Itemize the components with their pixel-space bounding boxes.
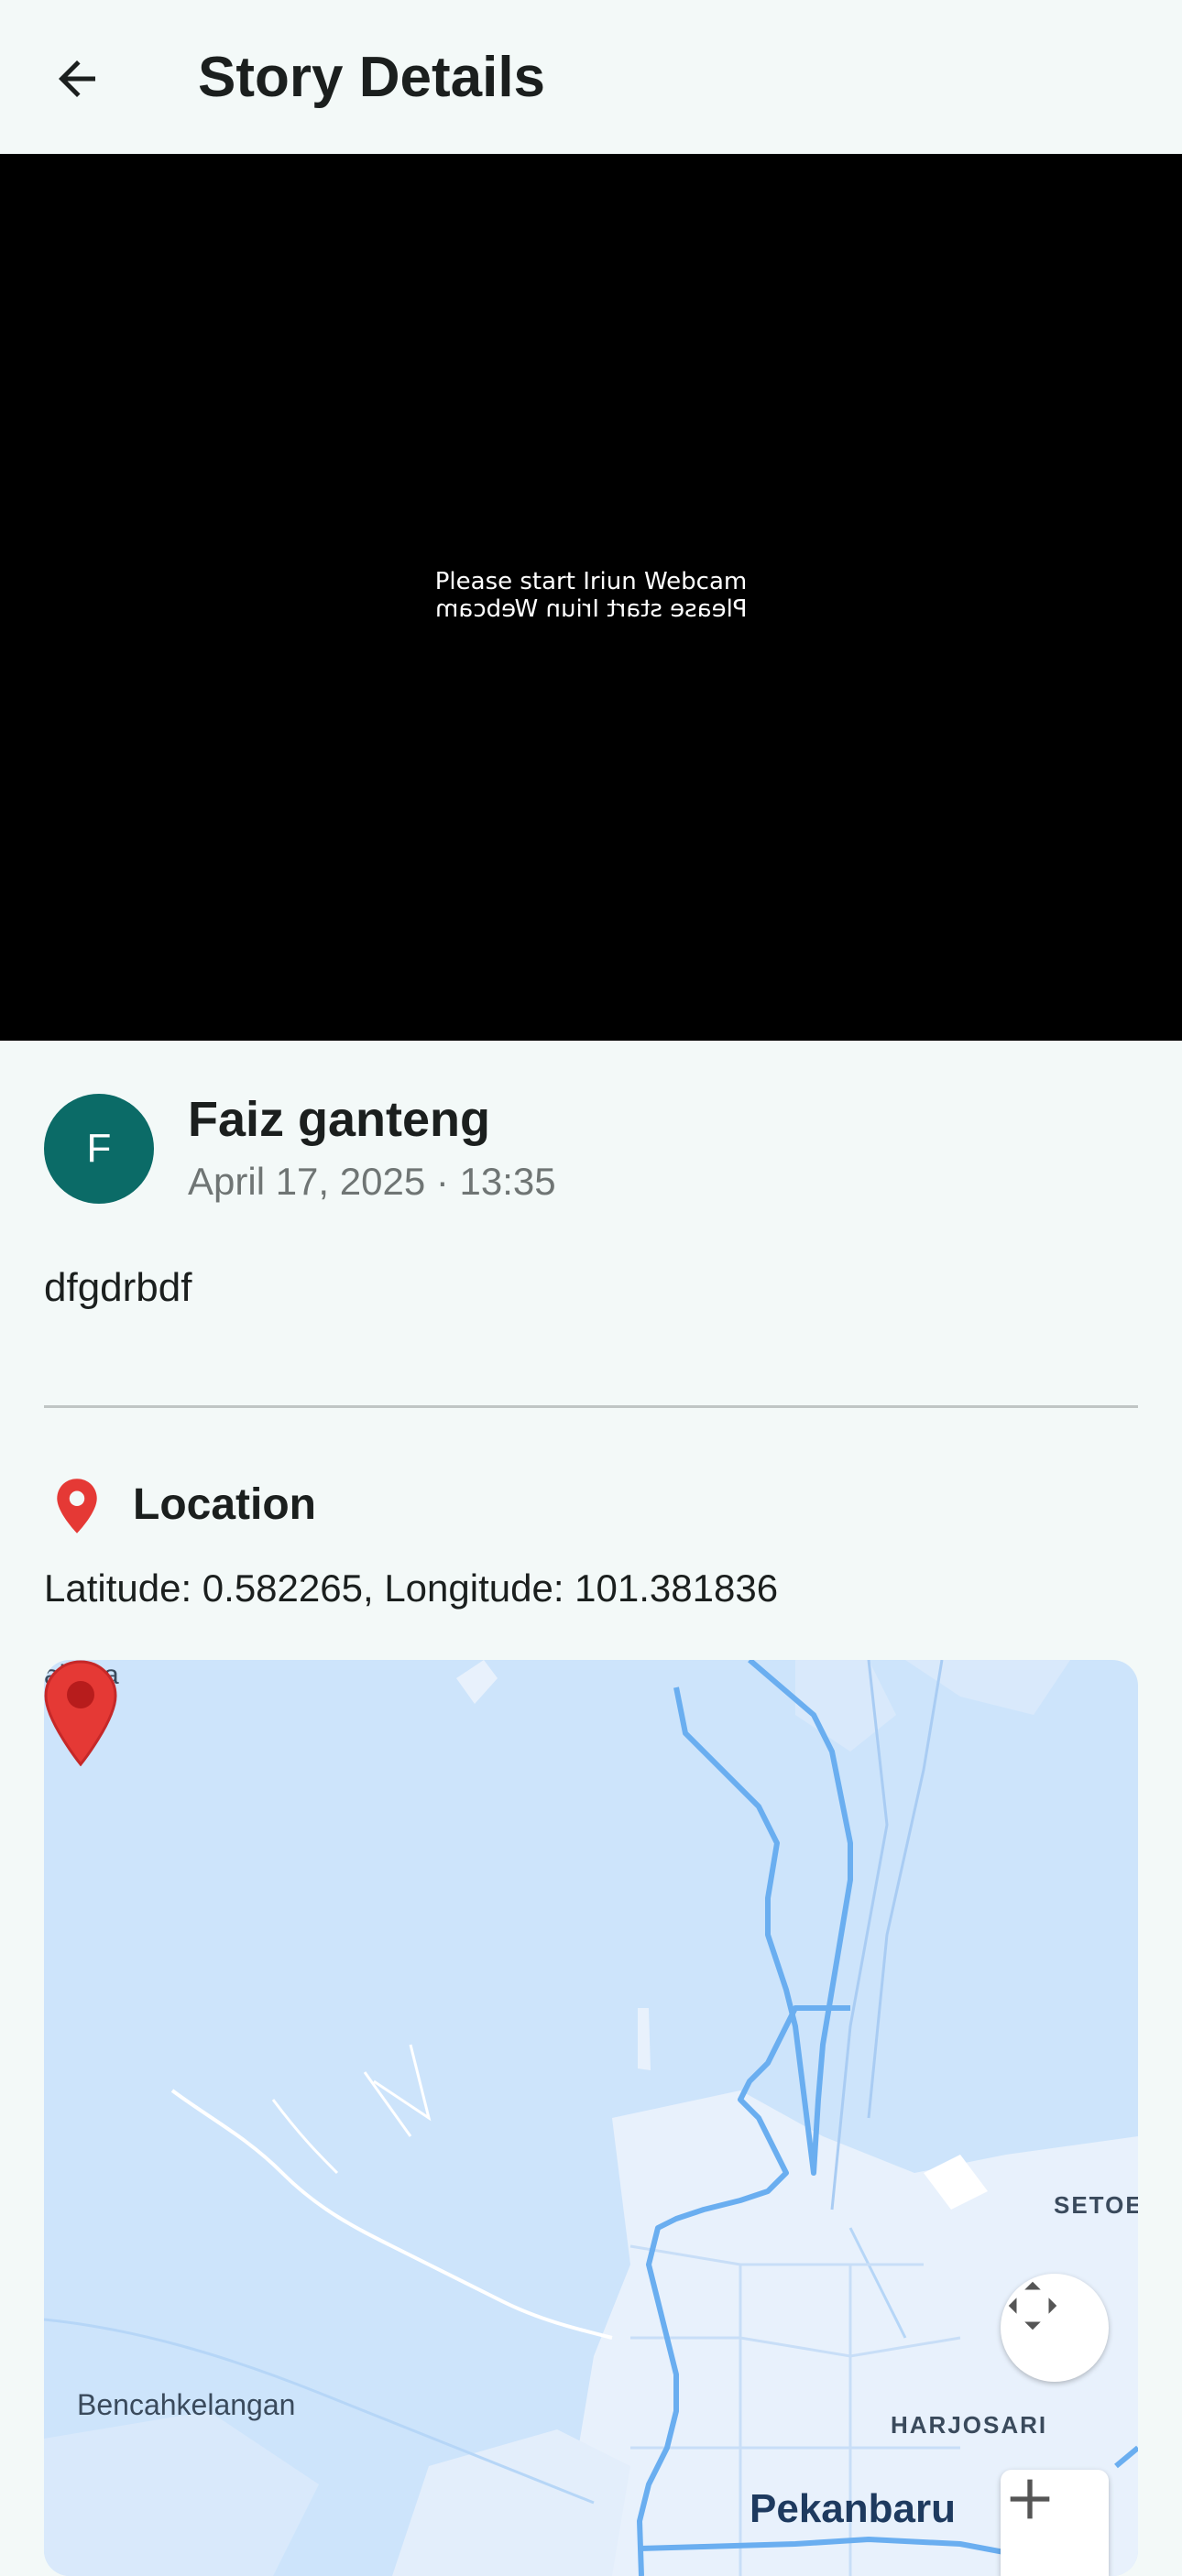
page-title: Story Details: [198, 46, 546, 109]
location-pin-icon: [57, 1479, 97, 1534]
map-label-bencahkelangan: Bencahkelangan: [77, 2388, 296, 2421]
back-button[interactable]: [40, 42, 114, 115]
story-image: Please start Iriun Webcam Please start I…: [0, 154, 1182, 1041]
map-label-setoe: SETOE: [1054, 2191, 1138, 2219]
app-bar: Story Details: [0, 0, 1182, 154]
story-description: dfgdrbdf: [44, 1265, 192, 1310]
webcam-message-mirrored: Please start Iriun Webcam: [434, 595, 748, 623]
map-label-pekanbaru: Pekanbaru: [750, 2486, 956, 2531]
recenter-button[interactable]: [1001, 2274, 1109, 2382]
map-label-harjosari: HARJOSARI: [891, 2411, 1048, 2439]
location-coordinates: Latitude: 0.582265, Longitude: 101.38183…: [44, 1566, 779, 1610]
avatar: F: [44, 1094, 154, 1204]
map-view[interactable]: ahtiga SETOE Bencahkelangan HARJOSARI Pe…: [44, 1660, 1138, 2576]
zoom-in-icon: [1010, 2479, 1050, 2519]
location-title: Location: [133, 1480, 316, 1529]
story-date: April 17, 2025 · 13:35: [188, 1160, 556, 1203]
recenter-icon: [1008, 2281, 1057, 2330]
arrow-back-icon: [59, 60, 95, 97]
divider: [44, 1405, 1138, 1408]
map-marker-icon[interactable]: [44, 1660, 117, 1766]
webcam-message-line: Please start Iriun Webcam: [434, 568, 748, 595]
zoom-in-button[interactable]: [1001, 2470, 1109, 2576]
author-name: Faiz ganteng: [188, 1092, 491, 1147]
webcam-message: Please start Iriun Webcam Please start I…: [0, 568, 1182, 623]
